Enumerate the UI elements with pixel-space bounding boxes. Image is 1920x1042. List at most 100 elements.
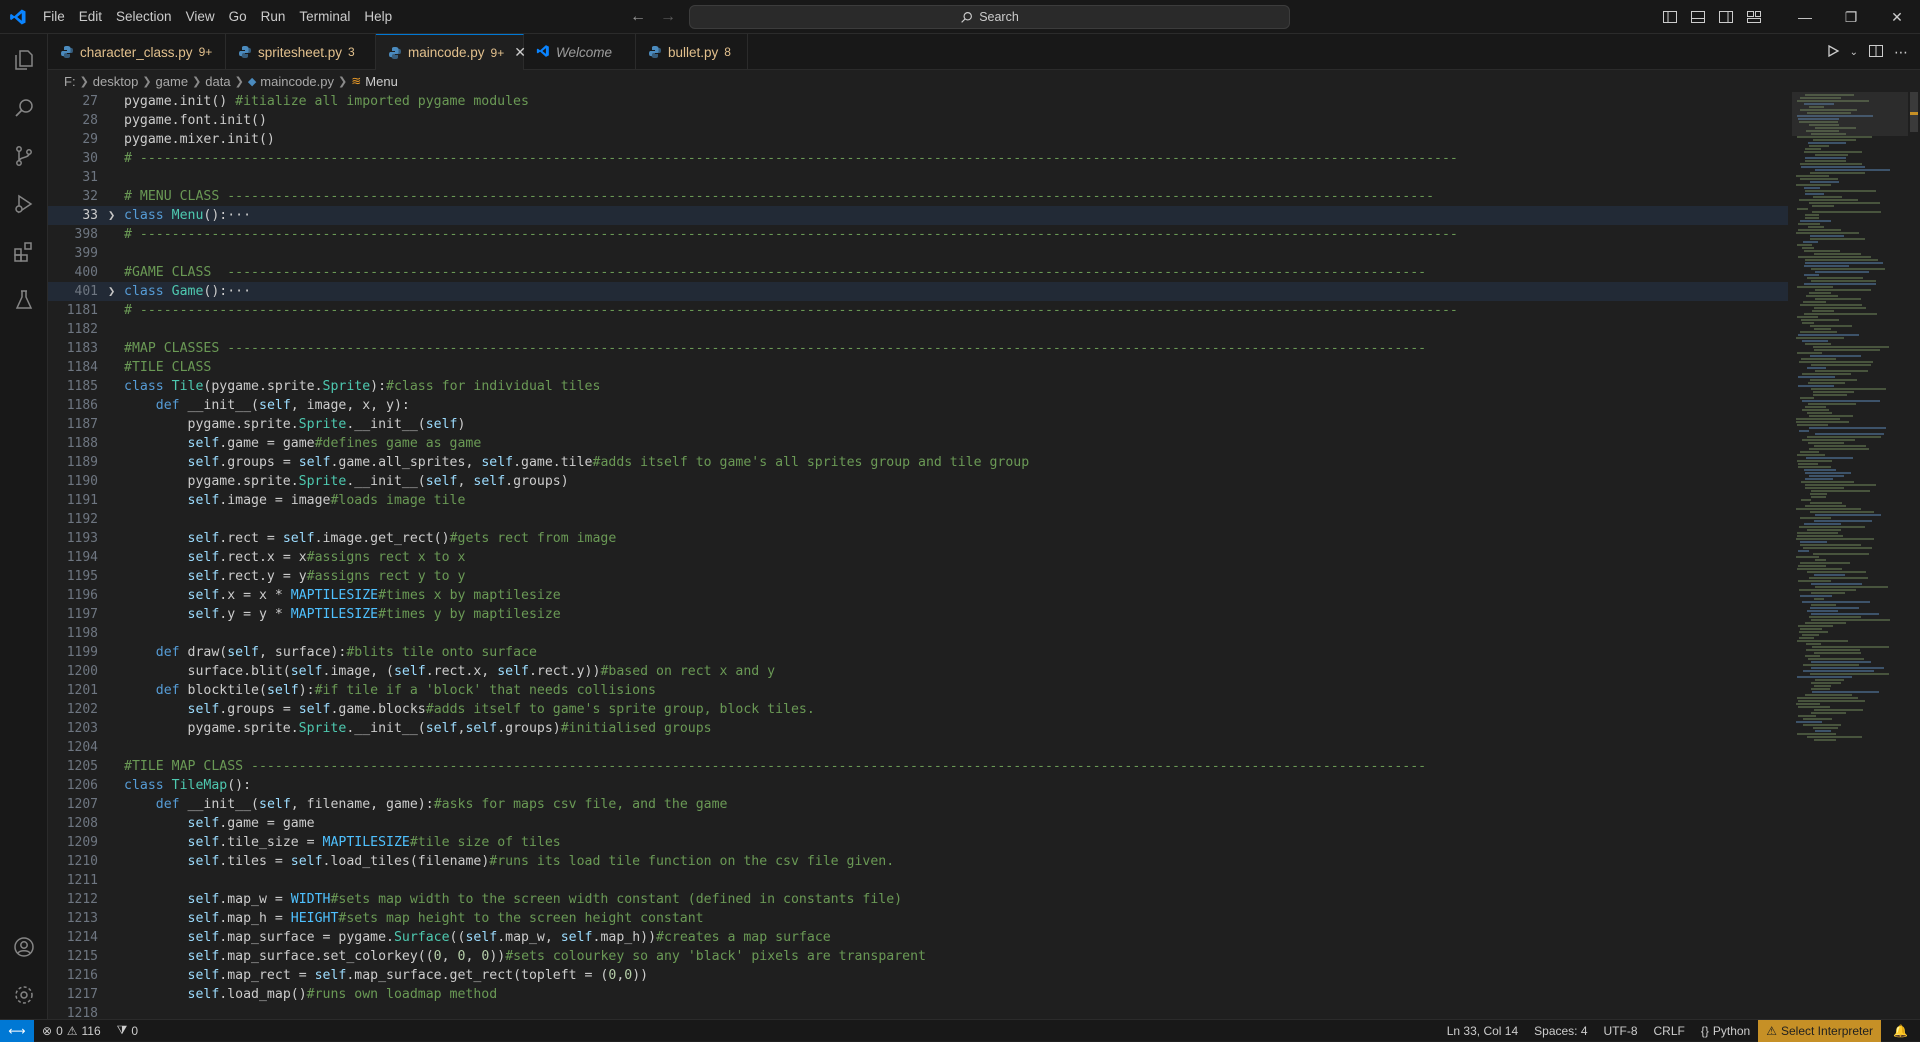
tab-character-class[interactable]: character_class.py 9+ — [48, 34, 226, 70]
testing-flask-icon[interactable] — [0, 276, 48, 324]
customize-layout-icon[interactable] — [1740, 0, 1768, 34]
code-line[interactable]: 1206class TileMap(): — [48, 776, 1788, 795]
command-center-search[interactable]: Search — [689, 5, 1290, 29]
menu-file[interactable]: File — [36, 0, 72, 34]
close-window-icon[interactable]: ✕ — [1874, 0, 1920, 34]
code-line[interactable]: 1186 def __init__(self, image, x, y): — [48, 396, 1788, 415]
code-line[interactable]: 1214 self.map_surface = pygame.Surface((… — [48, 928, 1788, 947]
code-line[interactable]: 1200 surface.blit(self.image, (self.rect… — [48, 662, 1788, 681]
code-line[interactable]: 1195 self.rect.y = y#assigns rect y to y — [48, 567, 1788, 586]
explorer-icon[interactable] — [0, 36, 48, 84]
code-line[interactable]: 1181# ----------------------------------… — [48, 301, 1788, 320]
remote-indicator-icon[interactable]: ⟷ — [0, 1020, 34, 1042]
code-line[interactable]: 1209 self.tile_size = MAPTILESIZE#tile s… — [48, 833, 1788, 852]
problems-indicator[interactable]: ⊗ 0 ⚠ 116 — [34, 1024, 109, 1038]
code-line[interactable]: 399 — [48, 244, 1788, 263]
breadcrumb-file[interactable]: maincode.py — [260, 74, 334, 89]
run-debug-icon[interactable] — [0, 180, 48, 228]
menu-run[interactable]: Run — [254, 0, 293, 34]
fold-chevron-icon[interactable]: ❯ — [108, 206, 115, 225]
code-line[interactable]: 1194 self.rect.x = x#assigns rect x to x — [48, 548, 1788, 567]
code-line[interactable]: 400#GAME CLASS -------------------------… — [48, 263, 1788, 282]
language-mode[interactable]: {} Python — [1693, 1024, 1758, 1038]
vertical-scrollbar[interactable] — [1908, 92, 1920, 1019]
code-line[interactable]: 33❯class Menu():··· — [48, 206, 1788, 225]
run-python-file-icon[interactable] — [1826, 44, 1840, 61]
tab-welcome[interactable]: Welcome — [524, 34, 636, 70]
menu-terminal[interactable]: Terminal — [292, 0, 357, 34]
toggle-panel-icon[interactable] — [1684, 0, 1712, 34]
restore-icon[interactable]: ❐ — [1828, 0, 1874, 34]
code-line[interactable]: 32# MENU CLASS -------------------------… — [48, 187, 1788, 206]
code-line[interactable]: 1217 self.load_map()#runs own loadmap me… — [48, 985, 1788, 1004]
code-line[interactable]: 1207 def __init__(self, filename, game):… — [48, 795, 1788, 814]
toggle-primary-sidebar-icon[interactable] — [1656, 0, 1684, 34]
run-dropdown-chevron-icon[interactable]: ⌄ — [1850, 47, 1858, 58]
code-line[interactable]: 1190 pygame.sprite.Sprite.__init__(self,… — [48, 472, 1788, 491]
code-line[interactable]: 1201 def blocktile(self):#if tile if a '… — [48, 681, 1788, 700]
menu-help[interactable]: Help — [357, 0, 399, 34]
end-of-line[interactable]: CRLF — [1646, 1024, 1693, 1038]
code-line[interactable]: 1196 self.x = x * MAPTILESIZE#times x by… — [48, 586, 1788, 605]
fold-chevron-icon[interactable]: ❯ — [108, 282, 115, 301]
code-line[interactable]: 398# -----------------------------------… — [48, 225, 1788, 244]
code-line[interactable]: 1212 self.map_w = WIDTH#sets map width t… — [48, 890, 1788, 909]
menu-go[interactable]: Go — [222, 0, 254, 34]
minimize-icon[interactable]: — — [1782, 0, 1828, 34]
breadcrumb-symbol[interactable]: Menu — [365, 74, 398, 89]
code-line[interactable]: 30# ------------------------------------… — [48, 149, 1788, 168]
breadcrumb-folder-data[interactable]: data — [205, 74, 230, 89]
code-line[interactable]: 1215 self.map_surface.set_colorkey((0, 0… — [48, 947, 1788, 966]
code-line[interactable]: 1216 self.map_rect = self.map_surface.ge… — [48, 966, 1788, 985]
code-line[interactable]: 1183#MAP CLASSES -----------------------… — [48, 339, 1788, 358]
encoding[interactable]: UTF-8 — [1596, 1024, 1646, 1038]
code-line[interactable]: 1191 self.image = image#loads image tile — [48, 491, 1788, 510]
code-line[interactable]: 1188 self.game = game#defines game as ga… — [48, 434, 1788, 453]
code-line[interactable]: 1203 pygame.sprite.Sprite.__init__(self,… — [48, 719, 1788, 738]
code-line[interactable]: 1197 self.y = y * MAPTILESIZE#times y by… — [48, 605, 1788, 624]
extensions-icon[interactable] — [0, 228, 48, 276]
split-editor-icon[interactable] — [1868, 43, 1884, 62]
cursor-position[interactable]: Ln 33, Col 14 — [1439, 1024, 1526, 1038]
more-actions-icon[interactable]: ⋯ — [1894, 44, 1908, 61]
code-line[interactable]: 27pygame.init() #itialize all imported p… — [48, 92, 1788, 111]
tab-spritesheet[interactable]: spritesheet.py 3 — [226, 34, 376, 70]
code-line[interactable]: 31 — [48, 168, 1788, 187]
notifications-bell-icon[interactable]: 🔔 — [1881, 1024, 1920, 1038]
code-line[interactable]: 401❯class Game():··· — [48, 282, 1788, 301]
code-line[interactable]: 1198 — [48, 624, 1788, 643]
source-control-icon[interactable] — [0, 132, 48, 180]
indentation[interactable]: Spaces: 4 — [1526, 1024, 1595, 1038]
code-line[interactable]: 1189 self.groups = self.game.all_sprites… — [48, 453, 1788, 472]
accounts-icon[interactable] — [0, 923, 48, 971]
minimap[interactable] — [1792, 92, 1908, 1019]
code-line[interactable]: 1185class Tile(pygame.sprite.Sprite):#cl… — [48, 377, 1788, 396]
code-line[interactable]: 1204 — [48, 738, 1788, 757]
code-line[interactable]: 29pygame.mixer.init() — [48, 130, 1788, 149]
code-line[interactable]: 28pygame.font.init() — [48, 111, 1788, 130]
minimap-viewport[interactable] — [1792, 92, 1908, 136]
breadcrumb-drive[interactable]: F: — [64, 74, 76, 89]
tab-maincode[interactable]: maincode.py 9+ ✕ — [376, 34, 524, 70]
settings-gear-icon[interactable] — [0, 971, 48, 1019]
toggle-secondary-sidebar-icon[interactable] — [1712, 0, 1740, 34]
code-line[interactable]: 1187 pygame.sprite.Sprite.__init__(self) — [48, 415, 1788, 434]
back-arrow-icon[interactable]: ← — [630, 8, 646, 26]
tab-bullet[interactable]: bullet.py 8 — [636, 34, 748, 70]
search-view-icon[interactable] — [0, 84, 48, 132]
breadcrumb-folder-desktop[interactable]: desktop — [93, 74, 139, 89]
code-line[interactable]: 1205#TILE MAP CLASS --------------------… — [48, 757, 1788, 776]
code-line[interactable]: 1202 self.groups = self.game.blocks#adds… — [48, 700, 1788, 719]
code-line[interactable]: 1184#TILE CLASS — [48, 358, 1788, 377]
forward-arrow-icon[interactable]: → — [660, 8, 676, 26]
code-line[interactable]: 1192 — [48, 510, 1788, 529]
code-line[interactable]: 1211 — [48, 871, 1788, 890]
menu-edit[interactable]: Edit — [72, 0, 109, 34]
select-interpreter-button[interactable]: ⚠ Select Interpreter — [1758, 1020, 1881, 1042]
code-line[interactable]: 1199 def draw(self, surface):#blits tile… — [48, 643, 1788, 662]
menu-view[interactable]: View — [179, 0, 222, 34]
ports-indicator[interactable]: ⧩ 0 — [109, 1023, 146, 1038]
code-line[interactable]: 1218 — [48, 1004, 1788, 1019]
breadcrumb-folder-game[interactable]: game — [156, 74, 189, 89]
code-line[interactable]: 1213 self.map_h = HEIGHT#sets map height… — [48, 909, 1788, 928]
